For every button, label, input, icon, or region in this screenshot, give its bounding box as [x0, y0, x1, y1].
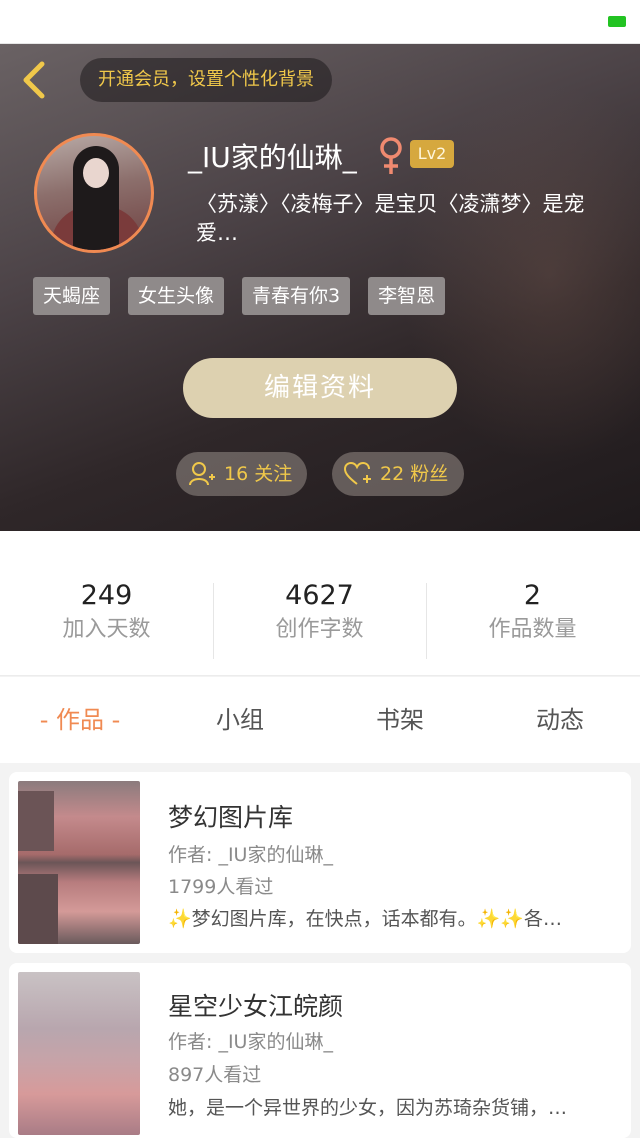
work-card[interactable]: 梦幻图片库 作者: _IU家的仙琳_ 1799人看过 ✨梦幻图片库，在快点，话本… [9, 772, 631, 953]
level-badge: Lv2 [410, 140, 454, 168]
stat-label: 作品数量 [488, 617, 577, 642]
tag-list: 天蝎座 女生头像 青春有你3 李智恩 [33, 277, 446, 315]
stat-value: 2 [523, 580, 542, 611]
work-cover-image [18, 972, 140, 1135]
work-views: 1799人看过 [168, 876, 274, 898]
tag-item[interactable]: 女生头像 [128, 277, 225, 315]
stat-label: 创作字数 [275, 617, 364, 642]
work-title: 梦幻图片库 [168, 803, 294, 832]
work-description: ✨梦幻图片库，在快点，话本都有。✨✨各… [168, 908, 562, 930]
stat-join-days: 249 加入天数 [0, 581, 213, 647]
tab-bookshelf[interactable]: 书架 [320, 677, 480, 763]
tab-bar: - 作品 - 小组 书架 动态 [0, 677, 640, 763]
tag-item[interactable]: 青春有你3 [242, 277, 351, 315]
stat-word-count: 4627 创作字数 [213, 581, 426, 647]
tag-item[interactable]: 李智恩 [368, 277, 446, 315]
username: _IU家的仙琳_ [188, 141, 357, 174]
tab-groups[interactable]: 小组 [160, 677, 320, 763]
female-icon [380, 137, 402, 174]
stat-works-count: 2 作品数量 [426, 581, 639, 647]
work-author: 作者: _IU家的仙琳_ [168, 1031, 333, 1053]
profile-header: 开通会员，设置个性化背景 _IU家的仙琳_ Lv2 〈苏漾〉〈凌梅子〉是宝贝〈凌… [0, 44, 640, 531]
work-author: 作者: _IU家的仙琳_ [168, 844, 333, 866]
battery-icon [608, 16, 626, 27]
heart-add-icon [344, 461, 371, 485]
work-title: 星空少女江皖颜 [168, 992, 344, 1021]
back-arrow-icon[interactable] [18, 60, 52, 100]
stat-label: 加入天数 [62, 617, 151, 642]
work-views: 897人看过 [168, 1064, 262, 1086]
work-card[interactable]: 星空少女江皖颜 作者: _IU家的仙琳_ 897人看过 她，是一个异世界的少女，… [9, 963, 631, 1138]
fans-button[interactable]: 22 粉丝 [332, 452, 464, 496]
add-user-icon [189, 462, 215, 486]
tab-activity[interactable]: 动态 [480, 677, 640, 763]
stat-value: 4627 [285, 580, 354, 611]
work-description: 她，是一个异世界的少女，因为苏琦杂货铺，… [168, 1097, 568, 1119]
tab-works[interactable]: - 作品 - [0, 677, 160, 763]
following-count: 16 关注 [224, 463, 293, 485]
edit-profile-button[interactable]: 编辑资料 [183, 358, 457, 418]
bio-text: 〈苏漾〉〈凌梅子〉是宝贝〈凌潇梦〉是宠爱… [196, 192, 585, 245]
tag-item[interactable]: 天蝎座 [33, 277, 111, 315]
following-button[interactable]: 16 关注 [176, 452, 307, 496]
stat-value: 249 [80, 580, 133, 611]
avatar[interactable] [34, 133, 154, 253]
fans-count: 22 粉丝 [380, 463, 449, 485]
vip-background-button[interactable]: 开通会员，设置个性化背景 [80, 58, 332, 102]
work-cover-image [18, 781, 140, 944]
stats-panel: 249 加入天数 4627 创作字数 2 作品数量 [0, 531, 640, 676]
status-bar [0, 0, 640, 44]
